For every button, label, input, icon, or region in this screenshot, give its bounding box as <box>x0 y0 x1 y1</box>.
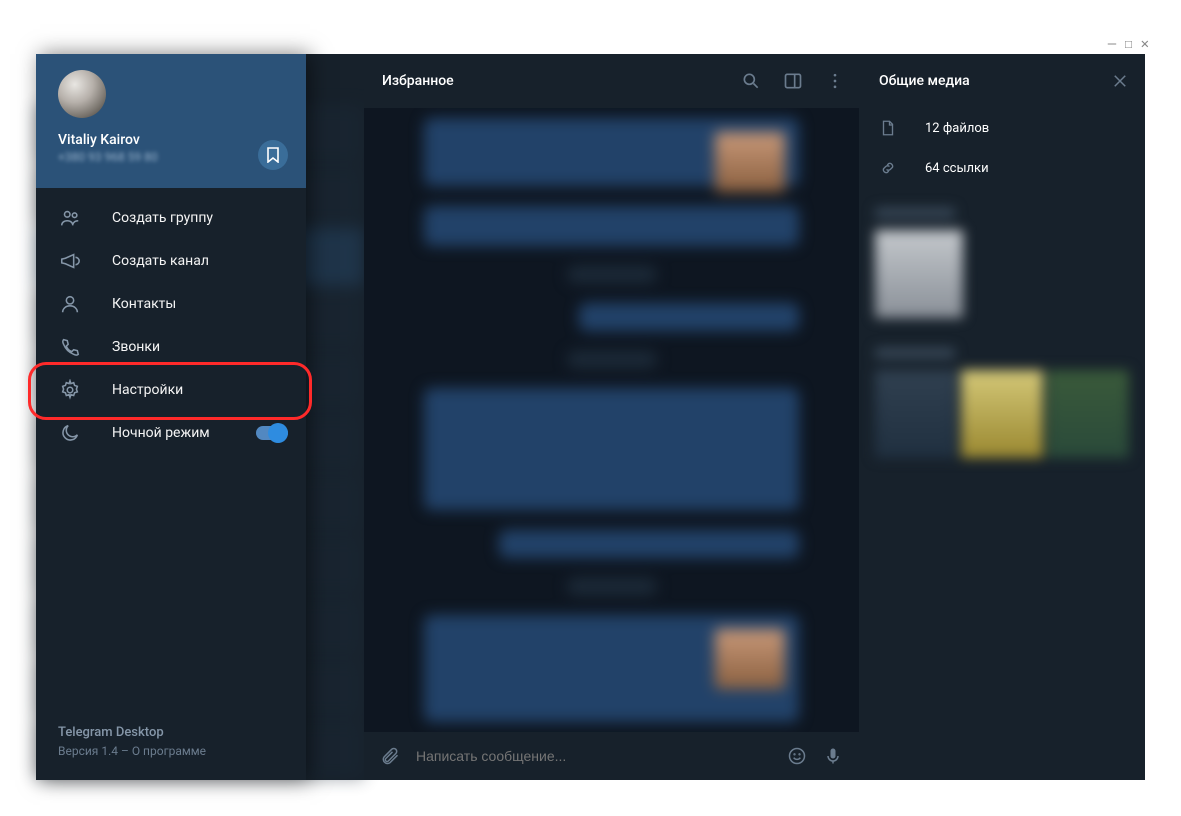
menu-create-channel[interactable]: Создать канал <box>36 239 306 282</box>
panel-media-section <box>859 188 1145 508</box>
message-input[interactable] <box>416 748 771 764</box>
app-version[interactable]: Версия 1.4 – О программе <box>58 744 284 758</box>
gear-icon <box>58 379 82 401</box>
messages-blur <box>364 108 859 732</box>
user-phone: +380 93 968 59 80 <box>58 150 284 164</box>
saved-messages-button[interactable] <box>258 140 288 170</box>
window-minimize[interactable]: — <box>1108 36 1116 52</box>
panel-links-label: 64 ссылки <box>925 161 989 176</box>
app-name: Telegram Desktop <box>58 725 284 740</box>
menu-label: Настройки <box>112 382 183 398</box>
menu-label: Ночной режим <box>112 425 210 441</box>
sidepanel-icon[interactable] <box>783 71 803 91</box>
attach-icon[interactable] <box>380 746 400 766</box>
search-icon[interactable] <box>741 71 761 91</box>
window-close[interactable]: ✕ <box>1141 36 1149 52</box>
message-area[interactable] <box>364 108 859 732</box>
file-icon <box>879 119 899 137</box>
avatar[interactable] <box>58 70 106 118</box>
menu-night-mode[interactable]: Ночной режим <box>36 411 306 454</box>
drawer-footer: Telegram Desktop Версия 1.4 – О программ… <box>36 709 306 780</box>
user-name: Vitaliy Kairov <box>58 132 284 148</box>
menu-create-group[interactable]: Создать группу <box>36 196 306 239</box>
panel-header: Общие медиа <box>859 54 1145 108</box>
menu-label: Контакты <box>112 296 176 312</box>
menu-list: Создать группу Создать канал Контакты <box>36 188 306 709</box>
night-mode-toggle[interactable] <box>256 426 288 440</box>
mic-icon[interactable] <box>823 746 843 766</box>
menu-label: Звонки <box>112 339 160 355</box>
panel-files[interactable]: 12 файлов <box>859 108 1145 148</box>
compose-bar <box>364 732 859 780</box>
window-maximize[interactable]: ☐ <box>1124 36 1132 52</box>
link-icon <box>879 159 899 177</box>
phone-icon <box>58 336 82 358</box>
panel-links[interactable]: 64 ссылки <box>859 148 1145 188</box>
moon-icon <box>58 422 82 444</box>
chat-list: Vitaliy Kairov +380 93 968 59 80 Создать… <box>36 54 364 780</box>
side-panel: Общие медиа 12 файлов 64 ссылки <box>859 54 1145 780</box>
group-icon <box>58 207 82 229</box>
menu-label: Создать группу <box>112 210 213 226</box>
emoji-icon[interactable] <box>787 746 807 766</box>
menu-calls[interactable]: Звонки <box>36 325 306 368</box>
menu-contacts[interactable]: Контакты <box>36 282 306 325</box>
close-icon[interactable] <box>1111 72 1129 90</box>
chat-title[interactable]: Избранное <box>382 73 741 89</box>
more-icon[interactable] <box>825 71 845 91</box>
media-grid[interactable] <box>875 370 1129 458</box>
person-icon <box>58 293 82 315</box>
megaphone-icon <box>58 250 82 272</box>
chat-header: Избранное <box>364 54 859 108</box>
menu-settings[interactable]: Настройки <box>36 368 306 411</box>
menu-label: Создать канал <box>112 253 209 269</box>
panel-files-label: 12 файлов <box>925 121 989 136</box>
app-window: Vitaliy Kairov +380 93 968 59 80 Создать… <box>36 54 1145 780</box>
chat-main: Избранное <box>364 54 859 780</box>
drawer-header: Vitaliy Kairov +380 93 968 59 80 <box>36 54 306 188</box>
main-menu-drawer: Vitaliy Kairov +380 93 968 59 80 Создать… <box>36 54 306 780</box>
media-grid[interactable] <box>875 230 1129 318</box>
panel-title: Общие медиа <box>879 73 1111 89</box>
